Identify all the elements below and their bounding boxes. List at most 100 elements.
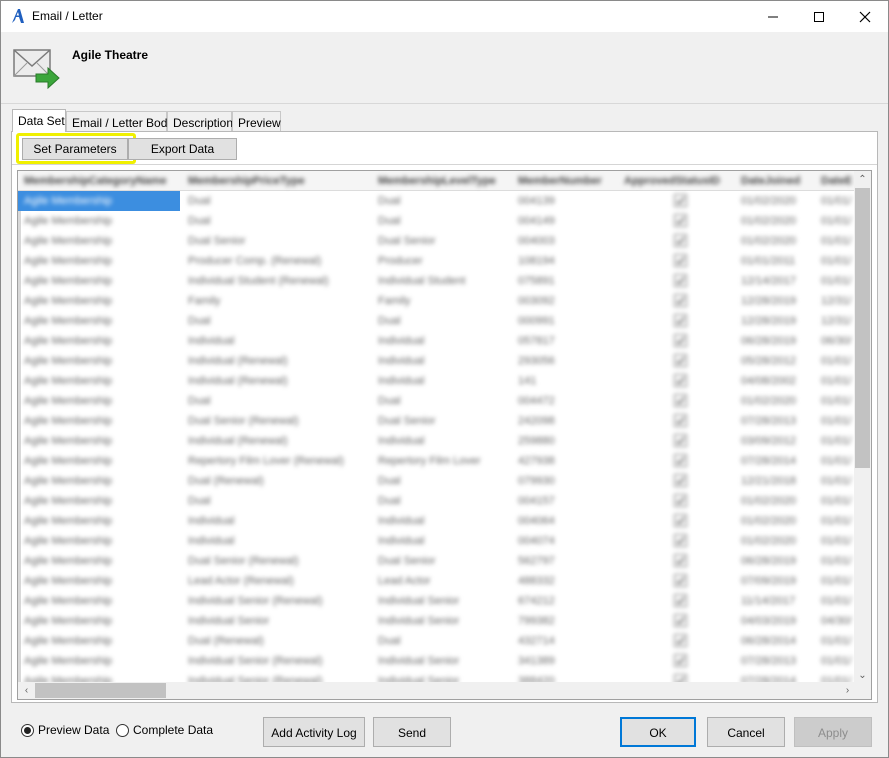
tab-preview[interactable]: Preview <box>232 111 281 131</box>
approved-checkbox[interactable] <box>621 651 734 671</box>
table-cell[interactable]: Individual Senior <box>185 611 371 631</box>
table-cell[interactable]: Individual (Renewal) <box>185 351 371 371</box>
table-cell[interactable]: Individual Senior (Renewal) <box>185 591 371 611</box>
scroll-up-icon[interactable]: ⌃ <box>854 171 871 188</box>
table-cell[interactable]: 01/01/ <box>818 591 856 611</box>
table-cell[interactable]: Repertory Film Lover <box>375 451 511 471</box>
table-cell[interactable]: Agile Membership <box>21 551 181 571</box>
table-cell[interactable]: 079930 <box>515 471 617 491</box>
table-row[interactable]: Agile Membership Individual (Renewal) Indi… <box>18 351 856 371</box>
table-cell[interactable]: 341389 <box>515 651 617 671</box>
table-cell[interactable]: Agile Membership <box>21 611 181 631</box>
table-cell[interactable]: Dual <box>185 211 371 231</box>
table-cell[interactable]: Dual <box>375 491 511 511</box>
table-cell[interactable]: Individual <box>185 531 371 551</box>
table-row[interactable]: Agile Membership Dual (Renewal) Dual 432714… <box>18 631 856 651</box>
table-row[interactable]: Agile Membership Individual (Renewal) Indi… <box>18 431 856 451</box>
table-cell[interactable]: Agile Membership <box>21 271 181 291</box>
table-row[interactable]: Agile Membership Repertory Film Lover (Re… <box>18 451 856 471</box>
table-cell[interactable]: Agile Membership <box>21 371 181 391</box>
table-row[interactable]: Agile Membership Dual Senior (Renewal) Dua… <box>18 411 856 431</box>
table-cell[interactable]: 01/01/ <box>818 191 856 211</box>
table-row[interactable]: Agile Membership Producer Comp. (Renewal)… <box>18 251 856 271</box>
table-cell[interactable]: 004074 <box>515 531 617 551</box>
table-cell[interactable]: 01/01/ <box>818 251 856 271</box>
table-cell[interactable]: 004064 <box>515 511 617 531</box>
column-header[interactable]: MemberNumber <box>515 171 617 191</box>
table-cell[interactable]: 01/01/2011 <box>738 251 814 271</box>
table-cell[interactable]: 01/01/ <box>818 451 856 471</box>
table-cell[interactable]: Agile Membership <box>21 491 181 511</box>
table-row[interactable]: Agile Membership Dual Dual 004472 01/02/2020… <box>18 391 856 411</box>
horizontal-scroll-thumb[interactable] <box>35 683 166 698</box>
table-cell[interactable]: Individual <box>375 371 511 391</box>
scroll-left-icon[interactable]: ‹ <box>18 682 35 699</box>
table-cell[interactable]: Agile Membership <box>21 391 181 411</box>
table-row[interactable]: Agile Membership Dual Senior Dual Senior 00… <box>18 231 856 251</box>
approved-checkbox[interactable] <box>621 571 734 591</box>
column-header[interactable]: MembershipPriceType <box>185 171 371 191</box>
table-cell[interactable]: Individual (Renewal) <box>185 431 371 451</box>
approved-checkbox[interactable] <box>621 311 734 331</box>
approved-checkbox[interactable] <box>621 391 734 411</box>
table-row[interactable]: Agile Membership Individual Individual 0040… <box>18 511 856 531</box>
approved-checkbox[interactable] <box>621 471 734 491</box>
table-cell[interactable]: Agile Membership <box>21 511 181 531</box>
table-cell[interactable]: 01/01/ <box>818 371 856 391</box>
table-cell[interactable]: Individual Student <box>375 271 511 291</box>
tab-description[interactable]: Description <box>167 111 233 131</box>
table-cell[interactable]: 01/01/ <box>818 271 856 291</box>
approved-checkbox[interactable] <box>621 431 734 451</box>
table-cell[interactable]: Lead Actor (Renewal) <box>185 571 371 591</box>
column-header[interactable]: ApprovedStatusID <box>621 171 734 191</box>
data-grid[interactable]: MembershipCategoryName MembershipPriceTyp… <box>17 170 872 700</box>
table-row[interactable]: Agile Membership Dual Dual 000991 12/28/2019… <box>18 311 856 331</box>
table-cell[interactable]: 07/28/2013 <box>738 651 814 671</box>
table-cell[interactable]: 01/02/2020 <box>738 531 814 551</box>
table-cell[interactable]: 01/01/ <box>818 391 856 411</box>
table-cell[interactable]: 12/21/2018 <box>738 471 814 491</box>
approved-checkbox[interactable] <box>621 291 734 311</box>
table-cell[interactable]: 004139 <box>515 191 617 211</box>
table-cell[interactable]: 488332 <box>515 571 617 591</box>
table-cell[interactable]: 057817 <box>515 331 617 351</box>
table-cell[interactable]: Dual (Renewal) <box>185 631 371 651</box>
table-cell[interactable]: 12/31/ <box>818 311 856 331</box>
table-cell[interactable]: Producer Comp. (Renewal) <box>185 251 371 271</box>
table-cell[interactable]: Agile Membership <box>21 631 181 651</box>
table-cell[interactable]: Individual Senior (Renewal) <box>185 651 371 671</box>
table-cell[interactable]: 01/01/ <box>818 351 856 371</box>
table-cell[interactable]: 004472 <box>515 391 617 411</box>
approved-checkbox[interactable] <box>621 631 734 651</box>
ok-button[interactable]: OK <box>620 717 696 747</box>
table-cell[interactable]: Individual (Renewal) <box>185 371 371 391</box>
table-cell[interactable]: 12/28/2019 <box>738 291 814 311</box>
table-cell[interactable]: Dual Senior (Renewal) <box>185 551 371 571</box>
table-cell[interactable]: Dual <box>185 191 371 211</box>
table-cell[interactable]: 06/28/2019 <box>738 551 814 571</box>
table-cell[interactable]: Agile Membership <box>21 431 181 451</box>
set-parameters-button[interactable]: Set Parameters <box>22 138 128 160</box>
table-cell[interactable]: 004003 <box>515 231 617 251</box>
apply-button[interactable]: Apply <box>794 717 872 747</box>
table-cell[interactable]: 01/01/ <box>818 631 856 651</box>
table-cell[interactable]: Dual <box>375 471 511 491</box>
cancel-button[interactable]: Cancel <box>707 717 785 747</box>
table-row[interactable]: Agile Membership Lead Actor (Renewal) Lead… <box>18 571 856 591</box>
approved-checkbox[interactable] <box>621 591 734 611</box>
table-cell[interactable]: Family <box>375 291 511 311</box>
table-cell[interactable]: 01/01/ <box>818 411 856 431</box>
table-cell[interactable]: Dual Senior (Renewal) <box>185 411 371 431</box>
table-row[interactable]: Agile Membership Family Family 003092 12/28/… <box>18 291 856 311</box>
table-row[interactable]: Agile Membership Dual Dual 004139 01/02/2020… <box>18 191 856 211</box>
table-cell[interactable]: 01/02/2020 <box>738 211 814 231</box>
close-button[interactable] <box>842 1 888 32</box>
column-header[interactable]: MembershipLevelType <box>375 171 511 191</box>
table-row[interactable]: Agile Membership Individual Individual 0578… <box>18 331 856 351</box>
table-cell[interactable]: 04/08/2002 <box>738 371 814 391</box>
table-cell[interactable]: 259880 <box>515 431 617 451</box>
table-cell[interactable]: 01/01/ <box>818 471 856 491</box>
table-cell[interactable]: Individual Senior <box>375 591 511 611</box>
table-cell[interactable]: 07/28/2013 <box>738 411 814 431</box>
approved-checkbox[interactable] <box>621 491 734 511</box>
